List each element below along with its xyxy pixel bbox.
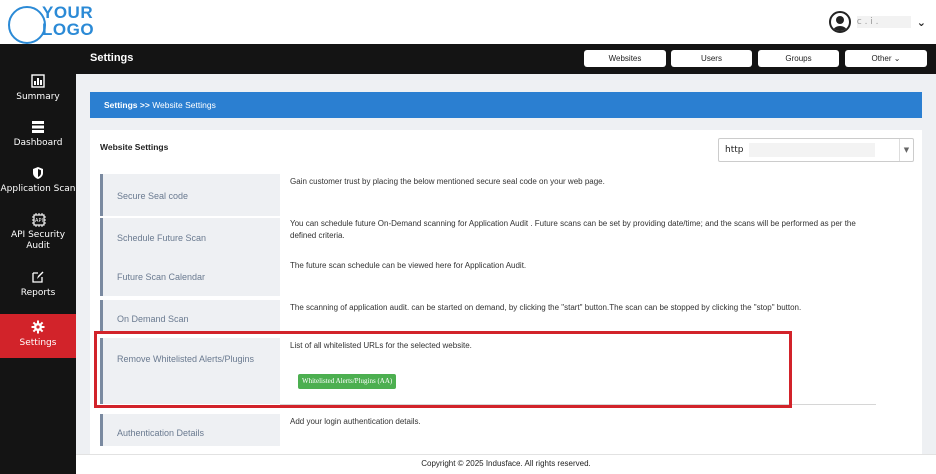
row-label-text: Authentication Details xyxy=(117,428,205,438)
user-circle-icon[interactable] xyxy=(828,11,851,33)
user-menu[interactable]: c . i . ⌄ xyxy=(828,10,926,34)
authentication-details-tab[interactable]: Authentication Details xyxy=(100,414,280,446)
row-label-text: Secure Seal code xyxy=(117,191,189,201)
on-demand-scan-tab[interactable]: On Demand Scan xyxy=(100,300,280,332)
settings-header-bar: Settings Websites Users Groups Other ⌄ xyxy=(76,44,936,74)
row-description: Add your login authentication details. xyxy=(290,417,421,426)
row-description: The scanning of application audit. can b… xyxy=(290,303,802,312)
highlight-box xyxy=(94,331,792,408)
sidebar-item-label: Reports xyxy=(20,288,56,298)
settings-row-on-demand-scan: On Demand Scan The scanning of applicati… xyxy=(100,300,880,332)
sidebar-item-label: Dashboard xyxy=(13,138,63,148)
breadcrumb-current: Website Settings xyxy=(152,100,216,110)
row-description: You can schedule future On-Demand scanni… xyxy=(290,219,856,240)
website-settings-panel: Website Settings http ▼ Secure Seal code… xyxy=(90,130,922,474)
api-icon: API xyxy=(31,212,46,227)
breadcrumb: Settings >> Website Settings xyxy=(104,100,216,110)
row-description: The future scan schedule can be viewed h… xyxy=(290,261,527,270)
website-select-value: http xyxy=(725,145,744,155)
logo-line-2: LOGO xyxy=(42,20,95,39)
sidebar-item-application-scan[interactable]: Application Scan xyxy=(0,166,76,195)
sidebar-item-dashboard[interactable]: Dashboard xyxy=(0,120,76,149)
logo[interactable]: YOUR LOGO xyxy=(4,2,114,44)
groups-button[interactable]: Groups xyxy=(758,50,839,67)
sidebar-item-summary[interactable]: Summary xyxy=(0,74,76,103)
logo-line-1: YOUR xyxy=(42,3,94,22)
sidebar-item-settings[interactable]: Settings xyxy=(0,314,76,358)
row-label-text: Future Scan Calendar xyxy=(117,272,206,282)
settings-row-secure-seal: Secure Seal code Gain customer trust by … xyxy=(100,174,880,216)
page-title: Settings xyxy=(90,52,134,64)
sidebar-item-label: API Security Audit xyxy=(10,230,66,251)
settings-row-schedule-future-scan: Schedule Future Scan You can schedule fu… xyxy=(100,216,880,258)
breadcrumb-bar: Settings >> Website Settings xyxy=(90,92,922,118)
dashboard-icon xyxy=(31,120,45,134)
shield-icon xyxy=(31,166,45,180)
chevron-down-icon[interactable]: ▼ xyxy=(899,139,913,161)
schedule-future-scan-tab[interactable]: Schedule Future Scan xyxy=(100,218,280,258)
gear-icon xyxy=(31,320,45,334)
websites-button[interactable]: Websites xyxy=(584,50,666,67)
sidebar-item-label: Settings xyxy=(19,338,57,348)
footer: Copyright © 2025 Indusface. All rights r… xyxy=(76,454,936,474)
main-content: Settings >> Website Settings Website Set… xyxy=(76,74,936,474)
top-header: YOUR LOGO c . i . ⌄ xyxy=(0,0,936,44)
breadcrumb-root[interactable]: Settings xyxy=(104,100,138,110)
secure-seal-code-tab[interactable]: Secure Seal code xyxy=(100,174,280,216)
sidebar-item-reports[interactable]: Reports xyxy=(0,270,76,299)
panel-title: Website Settings xyxy=(100,142,169,152)
sidebar: Summary Dashboard Application Scan API A… xyxy=(0,44,76,474)
user-name[interactable]: c . i . xyxy=(856,16,911,28)
sidebar-item-label: Application Scan xyxy=(0,184,76,194)
other-dropdown-button[interactable]: Other ⌄ xyxy=(845,50,927,67)
future-scan-calendar-tab[interactable]: Future Scan Calendar xyxy=(100,258,280,296)
chevron-down-icon[interactable]: ⌄ xyxy=(917,16,926,29)
breadcrumb-separator: >> xyxy=(137,100,153,110)
edit-report-icon xyxy=(31,270,45,284)
sidebar-item-label: Summary xyxy=(16,92,60,102)
copyright-text: Copyright © 2025 Indusface. All rights r… xyxy=(421,459,591,468)
svg-text:API: API xyxy=(35,218,43,224)
settings-row-future-scan-calendar: Future Scan Calendar The future scan sch… xyxy=(100,258,880,296)
website-select[interactable]: http ▼ xyxy=(718,138,914,162)
row-label-text: On Demand Scan xyxy=(117,314,189,324)
summary-icon xyxy=(31,74,45,88)
users-button[interactable]: Users xyxy=(671,50,752,67)
settings-row-authentication-details: Authentication Details Add your login au… xyxy=(100,414,880,446)
logo-text: YOUR LOGO xyxy=(42,4,94,38)
logo-circle-icon xyxy=(8,6,46,44)
row-description: Gain customer trust by placing the below… xyxy=(290,177,605,186)
row-label-text: Schedule Future Scan xyxy=(117,233,207,243)
redacted-url xyxy=(749,143,875,157)
sidebar-item-api-security-audit[interactable]: API API Security Audit xyxy=(0,212,76,252)
